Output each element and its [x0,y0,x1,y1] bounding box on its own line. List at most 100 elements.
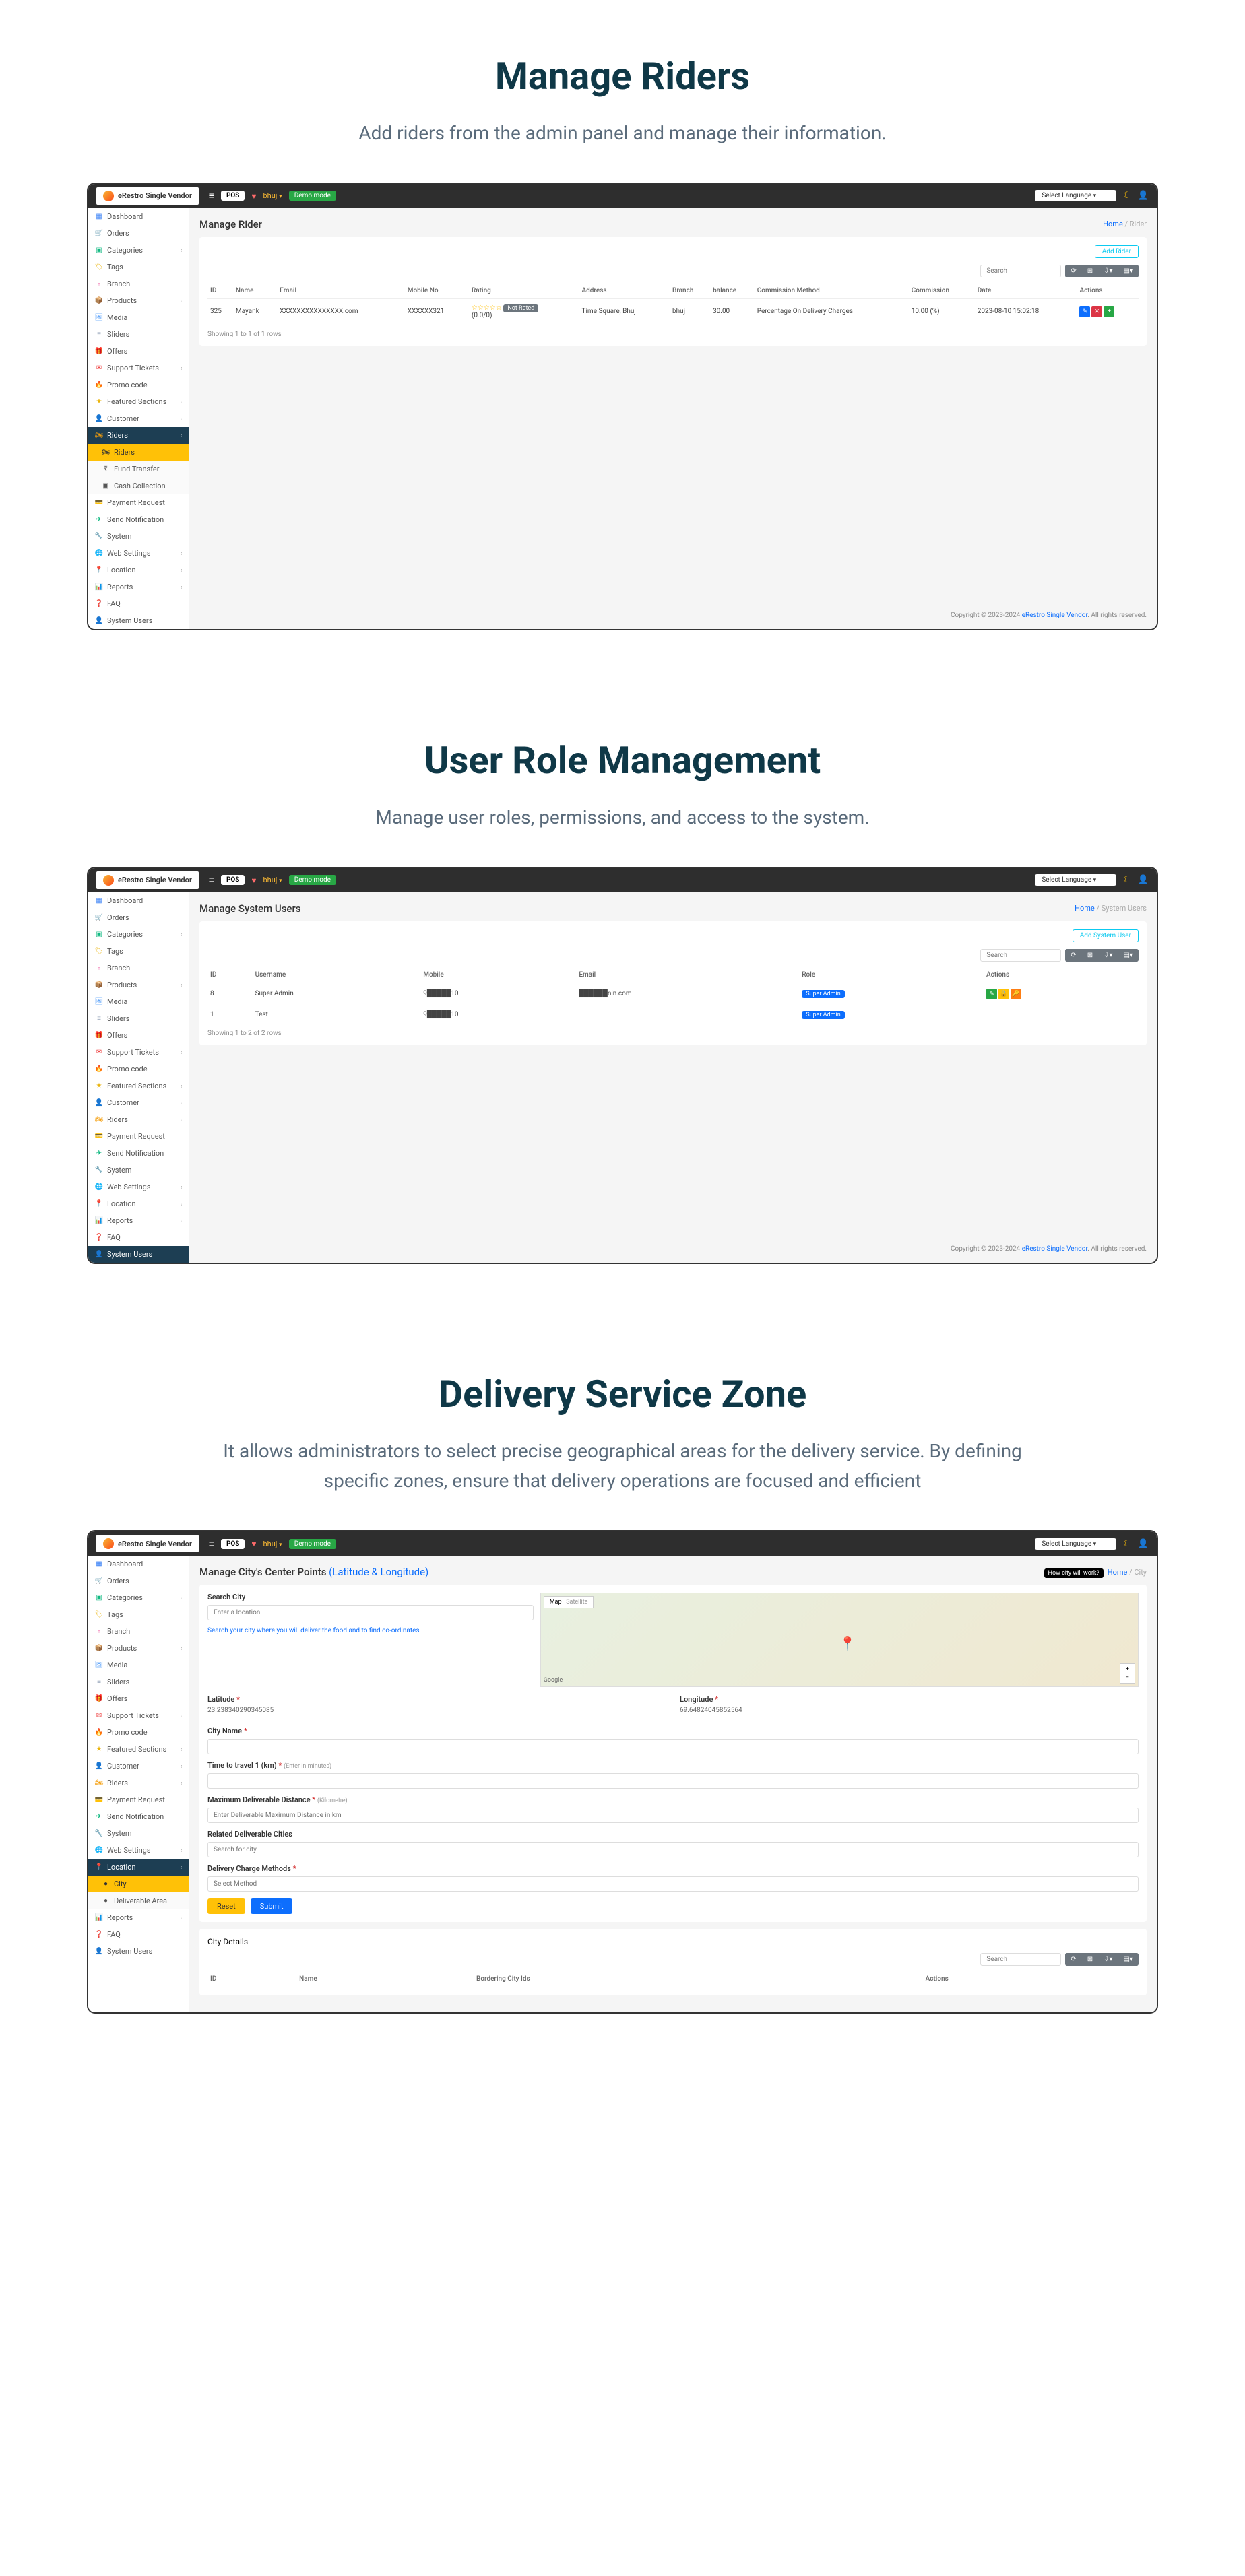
time-input[interactable] [208,1773,1139,1789]
sidebar-item-offers[interactable]: 🎁Offers [88,1027,189,1044]
toggle-icon[interactable]: ⊞ [1082,1953,1098,1966]
sidebar-item-system-users[interactable]: 👤System Users [88,612,189,629]
columns-icon[interactable]: ▤▾ [1118,265,1139,277]
search-input[interactable] [980,265,1061,277]
sidebar-item-offers[interactable]: 🎁Offers [88,1690,189,1707]
footer-link[interactable]: eRestro Single Vendor [1022,612,1088,619]
user-icon[interactable]: 👤 [1138,1539,1149,1549]
menu-icon[interactable]: ≡ [209,190,214,201]
sidebar-item-send-notification[interactable]: ✈Send Notification [88,1145,189,1162]
brand[interactable]: eRestro Single Vendor [96,187,199,205]
location-selector[interactable]: bhuj ▾ [263,191,282,200]
sidebar-item-web-settings[interactable]: 🌐Web Settings‹ [88,545,189,562]
dist-input[interactable] [208,1808,1139,1823]
breadcrumb-link[interactable]: Home [1075,904,1095,913]
sidebar-item-location[interactable]: 📍Location‹ [88,1859,189,1876]
key-icon[interactable]: 🔑 [1011,989,1021,999]
sidebar-item-web-settings[interactable]: 🌐Web Settings‹ [88,1842,189,1859]
theme-toggle-icon[interactable]: ☾ [1123,875,1131,885]
location-selector[interactable]: bhuj ▾ [263,876,282,884]
sidebar-item-riders[interactable]: 🏍Riders‹ [88,1111,189,1128]
sidebar-item-orders[interactable]: 🛒Orders [88,909,189,926]
search-input[interactable] [980,949,1061,962]
menu-icon[interactable]: ≡ [209,1538,214,1550]
sidebar-item-sliders[interactable]: ≡Sliders [88,1674,189,1690]
add-user-button[interactable]: Add System User [1073,929,1139,942]
sidebar-item-system[interactable]: 🔧System [88,1162,189,1179]
sidebar-item-support-tickets[interactable]: ✉Support Tickets‹ [88,360,189,376]
sidebar-item-orders[interactable]: 🛒Orders [88,225,189,242]
sidebar-item-city[interactable]: ●City [88,1876,189,1892]
sidebar-item-send-notification[interactable]: ✈Send Notification [88,511,189,528]
toggle-icon[interactable]: ⊞ [1082,265,1098,277]
sidebar-item-web-settings[interactable]: 🌐Web Settings‹ [88,1179,189,1195]
theme-toggle-icon[interactable]: ☾ [1123,1539,1131,1549]
pos-button[interactable]: POS [221,191,245,201]
sidebar-item-location[interactable]: 📍Location‹ [88,1195,189,1212]
sidebar-item-payment-request[interactable]: 💳Payment Request [88,1128,189,1145]
help-badge[interactable]: How city will work? [1044,1568,1104,1578]
sidebar-item-faq[interactable]: ❓FAQ [88,1229,189,1246]
sidebar-item-categories[interactable]: ▣Categories‹ [88,1589,189,1606]
sidebar-item-cash-collection[interactable]: ▣Cash Collection [88,477,189,494]
sidebar-item-media[interactable]: 🖼Media [88,309,189,326]
sidebar-item-send-notification[interactable]: ✈Send Notification [88,1808,189,1825]
breadcrumb-link[interactable]: Home [1103,220,1123,228]
sidebar-item-products[interactable]: 📦Products‹ [88,292,189,309]
search-input[interactable] [980,1953,1061,1966]
footer-link[interactable]: eRestro Single Vendor [1022,1245,1088,1253]
sidebar-item-dashboard[interactable]: ▦Dashboard [88,208,189,225]
sidebar-item-payment-request[interactable]: 💳Payment Request [88,1791,189,1808]
cities-input[interactable] [208,1842,1139,1857]
sidebar-item-sliders[interactable]: ≡Sliders [88,1010,189,1027]
sidebar-item-orders[interactable]: 🛒Orders [88,1573,189,1589]
edit-icon[interactable]: ✎ [986,989,997,999]
brand[interactable]: eRestro Single Vendor [96,871,199,889]
sidebar-item-featured-sections[interactable]: ★Featured Sections‹ [88,1741,189,1758]
location-selector[interactable]: bhuj ▾ [263,1540,282,1548]
sidebar-item-dashboard[interactable]: ▦Dashboard [88,1556,189,1573]
export-icon[interactable]: ⇩▾ [1098,265,1118,277]
map-zoom[interactable]: +− [1120,1663,1135,1684]
method-select[interactable] [208,1876,1139,1892]
sidebar-item-dashboard[interactable]: ▦Dashboard [88,892,189,909]
sidebar-item-tags[interactable]: 🏷Tags [88,1606,189,1623]
sidebar-item-reports[interactable]: 📊Reports‹ [88,579,189,595]
sidebar-item-offers[interactable]: 🎁Offers [88,343,189,360]
sidebar-item-promo-code[interactable]: 🔥Promo code [88,376,189,393]
breadcrumb-link[interactable]: Home [1108,1568,1128,1577]
export-icon[interactable]: ⇩▾ [1098,1953,1118,1966]
sidebar-item-promo-code[interactable]: 🔥Promo code [88,1724,189,1741]
sidebar-item-riders[interactable]: 🏍Riders [88,444,189,461]
sidebar-item-branch[interactable]: ⑂Branch [88,1623,189,1640]
delete-icon[interactable]: ✕ [1091,306,1102,317]
refresh-icon[interactable]: ⟳ [1065,1953,1081,1966]
heart-icon[interactable]: ♥ [251,876,256,885]
sidebar-item-riders[interactable]: 🏍Riders‹ [88,427,189,444]
sidebar-item-customer[interactable]: 👤Customer‹ [88,410,189,427]
sidebar-item-featured-sections[interactable]: ★Featured Sections‹ [88,1078,189,1094]
edit-icon[interactable]: ✎ [1079,306,1090,317]
sidebar-item-branch[interactable]: ⑂Branch [88,275,189,292]
export-icon[interactable]: ⇩▾ [1098,949,1118,962]
map[interactable]: Map Satellite 📍 +− Google [540,1593,1139,1687]
sidebar-item-products[interactable]: 📦Products‹ [88,977,189,993]
sidebar-item-riders[interactable]: 🏍Riders‹ [88,1775,189,1791]
heart-icon[interactable]: ♥ [251,1539,256,1548]
theme-toggle-icon[interactable]: ☾ [1123,191,1131,201]
sidebar-item-support-tickets[interactable]: ✉Support Tickets‹ [88,1044,189,1061]
pos-button[interactable]: POS [221,1539,245,1549]
sidebar-item-system-users[interactable]: 👤System Users [88,1943,189,1960]
menu-icon[interactable]: ≡ [209,874,214,886]
sidebar-item-system[interactable]: 🔧System [88,528,189,545]
sidebar-item-media[interactable]: 🖼Media [88,993,189,1010]
user-icon[interactable]: 👤 [1138,875,1149,885]
submit-button[interactable]: Submit [251,1898,293,1914]
sidebar-item-reports[interactable]: 📊Reports‹ [88,1212,189,1229]
search-city-input[interactable] [208,1605,534,1620]
sidebar-item-faq[interactable]: ❓FAQ [88,1926,189,1943]
user-icon[interactable]: 👤 [1138,191,1149,201]
add-rider-button[interactable]: Add Rider [1095,245,1139,258]
pos-button[interactable]: POS [221,875,245,885]
language-select[interactable]: Select Language ▾ [1035,874,1116,886]
